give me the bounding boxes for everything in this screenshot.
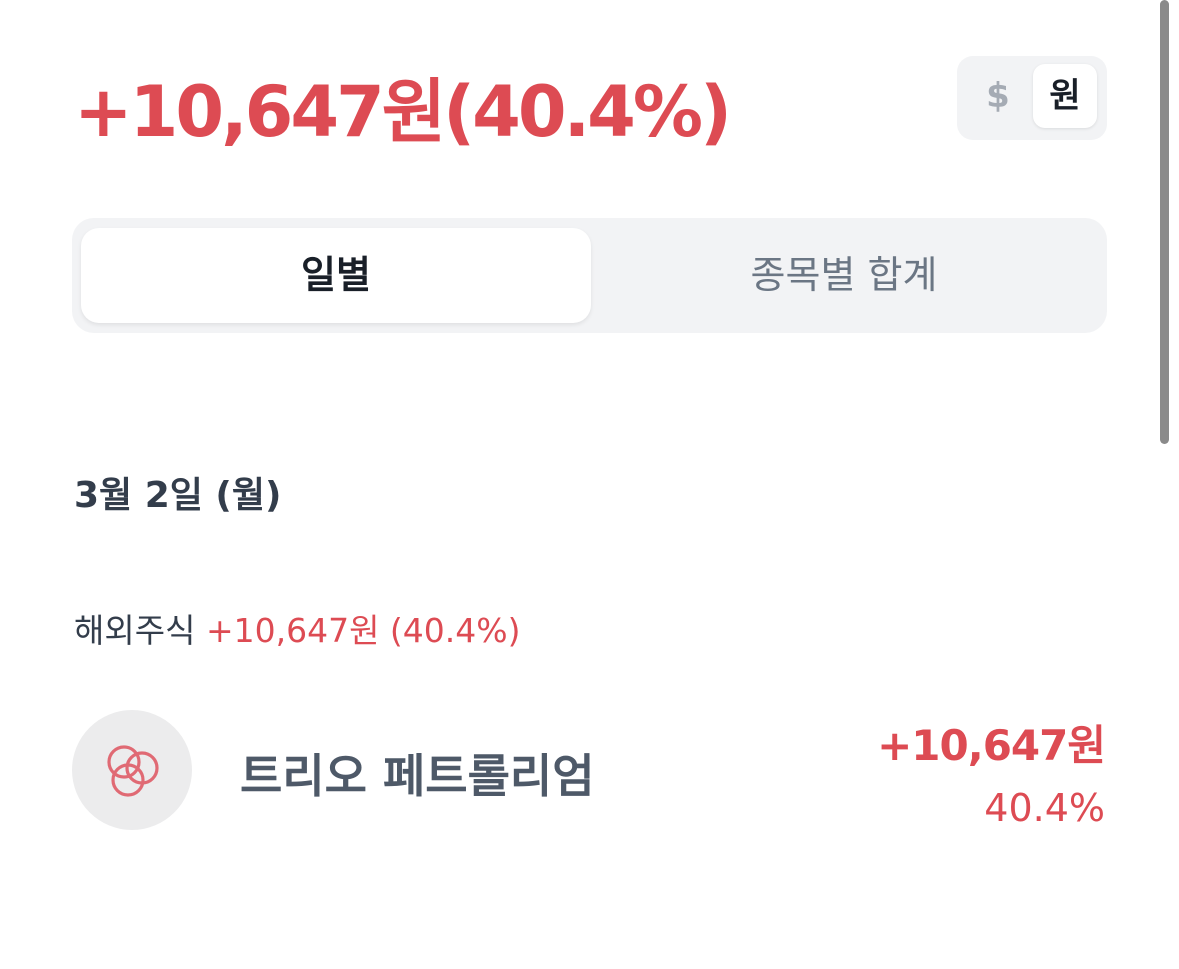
tab-daily[interactable]: 일별 xyxy=(81,228,591,323)
trio-petroleum-logo-icon xyxy=(72,710,192,830)
stock-profit-rate: 40.4% xyxy=(984,786,1105,830)
view-segment-control: 일별 종목별 합계 xyxy=(72,218,1107,333)
currency-dollar-button[interactable]: $ xyxy=(965,64,1031,128)
stock-list-item[interactable]: 트리오 페트롤리엄 +10,647원 40.4% xyxy=(72,710,1107,832)
currency-won-button[interactable]: 원 xyxy=(1033,64,1097,128)
category-summary: 해외주식 +10,647원 (40.4%) xyxy=(74,604,521,652)
category-name: 해외주식 xyxy=(74,611,196,650)
category-profit: +10,647원 (40.4%) xyxy=(205,611,521,650)
date-heading: 3월 2일 (월) xyxy=(74,475,282,516)
tab-by-stock-total[interactable]: 종목별 합계 xyxy=(591,228,1097,323)
scrollbar[interactable] xyxy=(1160,0,1169,444)
stock-profit-amount: +10,647원 xyxy=(877,721,1106,770)
stock-name: 트리오 페트롤리엄 xyxy=(240,749,595,803)
currency-toggle[interactable]: $ 원 xyxy=(957,56,1107,140)
total-profit-amount: +10,647원(40.4%) xyxy=(74,71,732,153)
